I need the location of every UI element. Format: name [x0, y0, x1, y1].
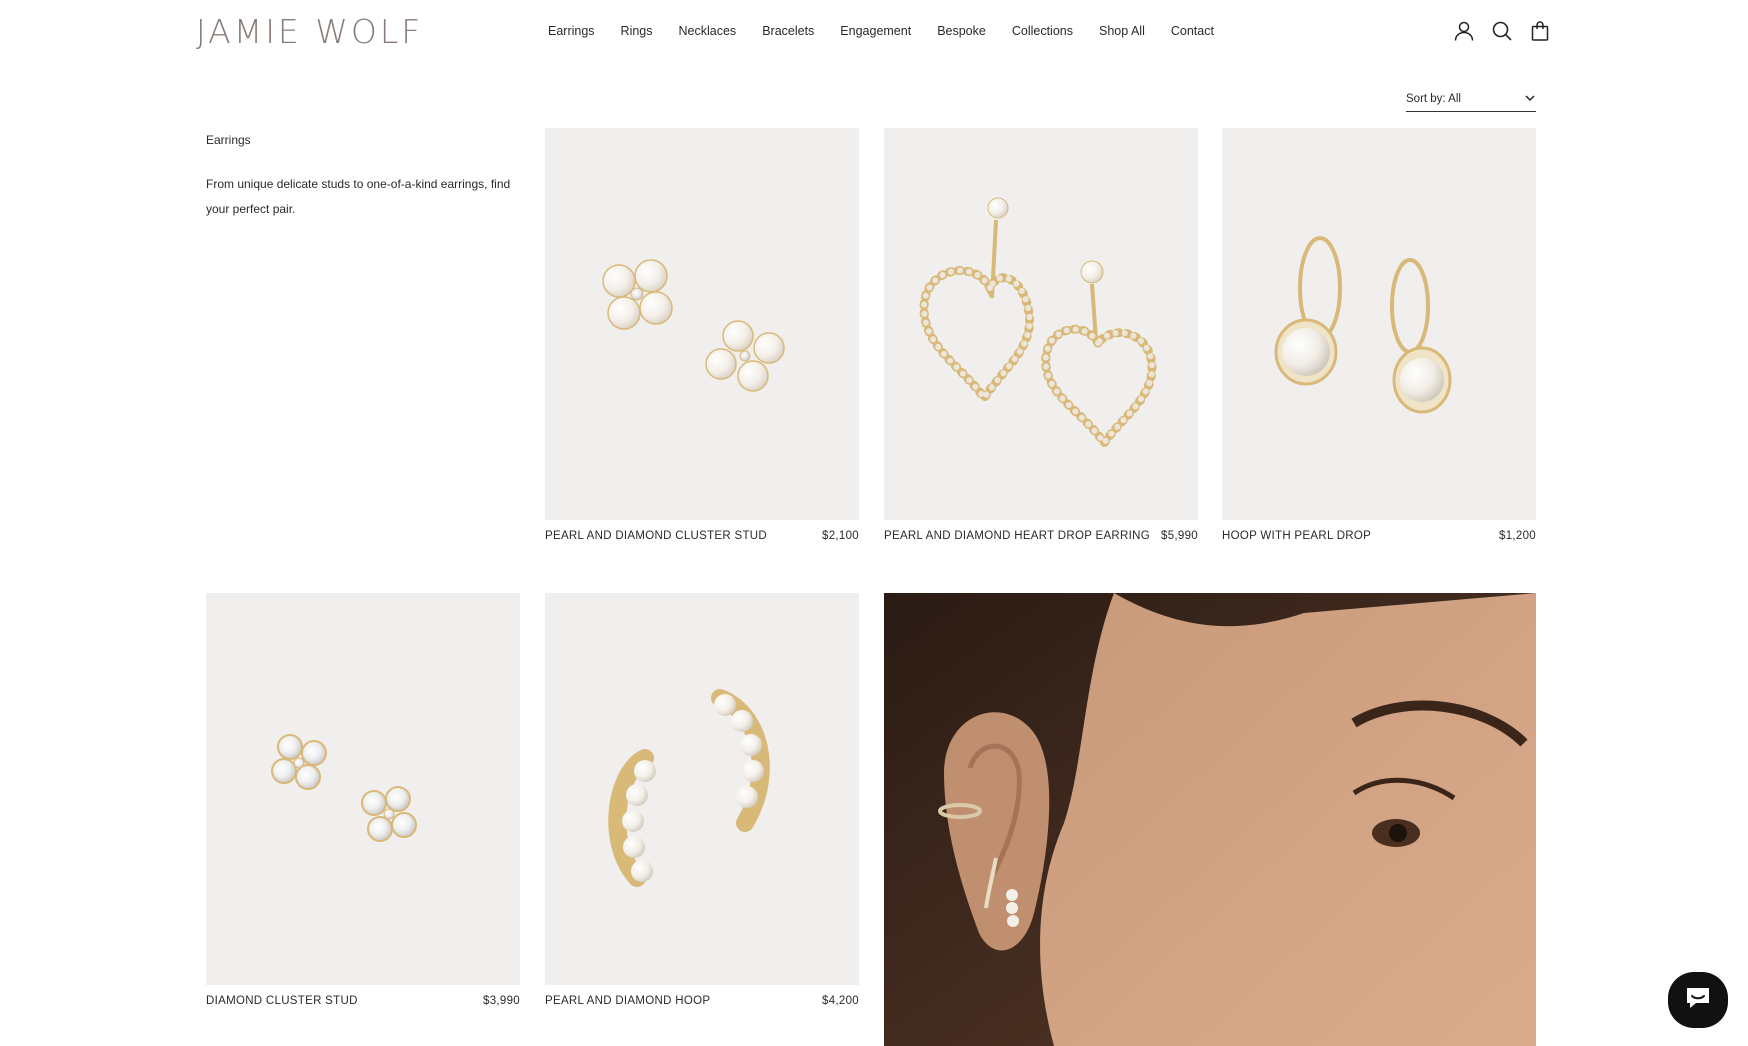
product-image[interactable] [545, 128, 859, 520]
nav-item-bespoke[interactable]: Bespoke [937, 24, 986, 38]
product-price: $5,990 [1161, 530, 1198, 542]
product-name[interactable]: DIAMOND CLUSTER STUD [206, 995, 358, 1007]
product-price: $2,100 [822, 530, 859, 542]
product-price: $3,990 [483, 995, 520, 1007]
product-image[interactable] [884, 128, 1198, 520]
chat-icon [1684, 985, 1712, 1016]
product-card[interactable]: PEARL AND DIAMOND HEART DROP EARRING $5,… [884, 128, 1198, 542]
category-title: Earrings [206, 133, 251, 147]
product-name[interactable]: PEARL AND DIAMOND HOOP [545, 995, 710, 1007]
brand-logo[interactable]: JAMIE WOLF [196, 12, 423, 51]
product-card[interactable]: PEARL AND DIAMOND CLUSTER STUD $2,100 [545, 128, 859, 542]
product-card[interactable]: DIAMOND CLUSTER STUD $3,990 [206, 593, 520, 1007]
product-price: $4,200 [822, 995, 859, 1007]
nav-item-rings[interactable]: Rings [621, 24, 653, 38]
product-card[interactable]: HOOP WITH PEARL DROP $1,200 [1222, 128, 1536, 542]
chat-button[interactable] [1668, 972, 1728, 1028]
category-description: From unique delicate studs to one-of-a-k… [206, 177, 511, 216]
header-icons [1454, 20, 1550, 42]
nav-item-bracelets[interactable]: Bracelets [762, 24, 814, 38]
product-price: $1,200 [1499, 530, 1536, 542]
product-image[interactable] [206, 593, 520, 985]
nav-item-contact[interactable]: Contact [1171, 24, 1214, 38]
sort-label: Sort by: All [1406, 93, 1461, 105]
lifestyle-image [884, 593, 1536, 1046]
product-image[interactable] [545, 593, 859, 985]
search-icon[interactable] [1492, 20, 1512, 42]
product-name[interactable]: HOOP WITH PEARL DROP [1222, 530, 1371, 542]
nav-item-collections[interactable]: Collections [1012, 24, 1073, 38]
product-card[interactable]: PEARL AND DIAMOND HOOP $4,200 [545, 593, 859, 1007]
product-name[interactable]: PEARL AND DIAMOND HEART DROP EARRING [884, 530, 1150, 542]
sort-dropdown[interactable]: Sort by: All [1406, 88, 1536, 112]
nav-item-necklaces[interactable]: Necklaces [679, 24, 737, 38]
main-nav: Earrings Rings Necklaces Bracelets Engag… [548, 24, 1240, 38]
nav-item-earrings[interactable]: Earrings [548, 24, 595, 38]
nav-item-shop-all[interactable]: Shop All [1099, 24, 1145, 38]
nav-item-engagement[interactable]: Engagement [840, 24, 911, 38]
product-name[interactable]: PEARL AND DIAMOND CLUSTER STUD [545, 530, 767, 542]
product-image[interactable] [1222, 128, 1536, 520]
site-header: JAMIE WOLF Earrings Rings Necklaces Brac… [0, 0, 1748, 64]
account-icon[interactable] [1454, 20, 1474, 42]
bag-icon[interactable] [1530, 20, 1550, 42]
chevron-down-icon [1524, 92, 1536, 107]
